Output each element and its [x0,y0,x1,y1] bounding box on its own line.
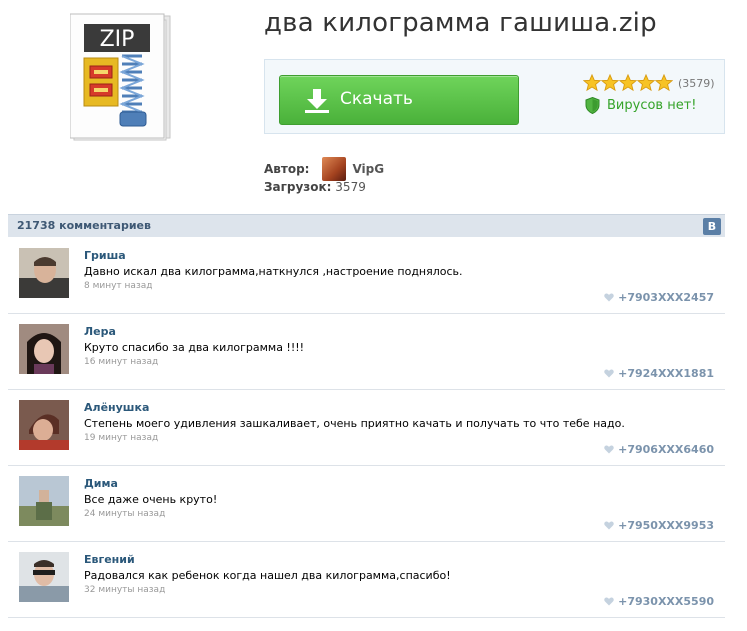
comment-time: 19 минут назад [84,433,159,443]
avatar[interactable] [19,476,69,526]
comment-time: 32 минуты назад [84,585,166,595]
download-panel: Скачать (3579) Вирусов нет! [264,59,725,134]
rating-stars [583,74,673,92]
comments-header: 21738 комментариев В [8,214,725,237]
download-button-label: Скачать [340,89,413,109]
avatar[interactable] [19,324,69,374]
star-icon [637,74,655,92]
comment-author[interactable]: Гриша [84,249,126,262]
author-name[interactable]: VipG [352,162,384,176]
downloads-label: Загрузок: [264,180,332,194]
comment-item: Евгений Радовался как ребенок когда наше… [8,542,725,618]
comment-time: 8 минут назад [84,281,153,291]
comment-time: 24 минуты назад [84,509,166,519]
comment-phone[interactable]: +7924XXX1881 [604,367,714,380]
comment-author[interactable]: Алёнушка [84,401,149,414]
download-button[interactable]: Скачать [279,75,519,125]
author-row: Автор: VipG [264,157,384,181]
comment-item: Дима Все даже очень круто! 24 минуты наз… [8,466,725,542]
comment-phone[interactable]: +7903XXX2457 [604,291,714,304]
download-icon [305,89,329,113]
comment-text: Степень моего удивления зашкаливает, оче… [84,417,625,430]
comment-text: Давно искал два килограмма,наткнулся ,на… [84,265,463,278]
comment-text: Круто спасибо за два килограмма !!!! [84,341,305,354]
virus-status-label: Вирусов нет! [607,98,697,113]
star-icon [601,74,619,92]
comment-author[interactable]: Дима [84,477,118,490]
heart-icon[interactable] [604,521,614,530]
comment-phone[interactable]: +7950XXX9953 [604,519,714,532]
avatar[interactable] [19,400,69,450]
comment-phone-text: +7906XXX6460 [618,443,714,456]
comment-phone-text: +7950XXX9953 [618,519,714,532]
vk-icon[interactable]: В [703,218,721,235]
comment-phone[interactable]: +7906XXX6460 [604,443,714,456]
comment-text: Все даже очень круто! [84,493,218,506]
comment-text: Радовался как ребенок когда нашел два ки… [84,569,451,582]
star-icon [583,74,601,92]
comment-author[interactable]: Евгений [84,553,135,566]
heart-icon[interactable] [604,369,614,378]
comment-item: Алёнушка Степень моего удивления зашкали… [8,390,725,466]
comments-count: 21738 комментариев [17,219,151,232]
comment-item: Лера Круто спасибо за два килограмма !!!… [8,314,725,390]
author-label: Автор: [264,162,310,176]
downloads-row: Загрузок: 3579 [264,180,366,194]
downloads-count: 3579 [335,180,366,194]
rating: (3579) [583,74,715,92]
star-icon [655,74,673,92]
comment-item: Гриша Давно искал два килограмма,наткнул… [8,238,725,314]
comment-phone-text: +7924XXX1881 [618,367,714,380]
virus-status: Вирусов нет! [585,97,697,114]
file-title: два килограмма гашиша.zip [264,8,657,38]
heart-icon[interactable] [604,597,614,606]
heart-icon[interactable] [604,293,614,302]
comment-phone-text: +7903XXX2457 [618,291,714,304]
rating-count: (3579) [678,76,715,90]
zip-archive-icon: ZIP [69,12,174,142]
comment-phone-text: +7930XXX5590 [618,595,714,608]
comment-author[interactable]: Лера [84,325,116,338]
avatar[interactable] [19,248,69,298]
author-avatar[interactable] [322,157,347,181]
comment-time: 16 минут назад [84,357,159,367]
heart-icon[interactable] [604,445,614,454]
comment-phone[interactable]: +7930XXX5590 [604,595,714,608]
zip-label: ZIP [100,27,135,52]
star-icon [619,74,637,92]
shield-icon [585,97,600,114]
avatar[interactable] [19,552,69,602]
